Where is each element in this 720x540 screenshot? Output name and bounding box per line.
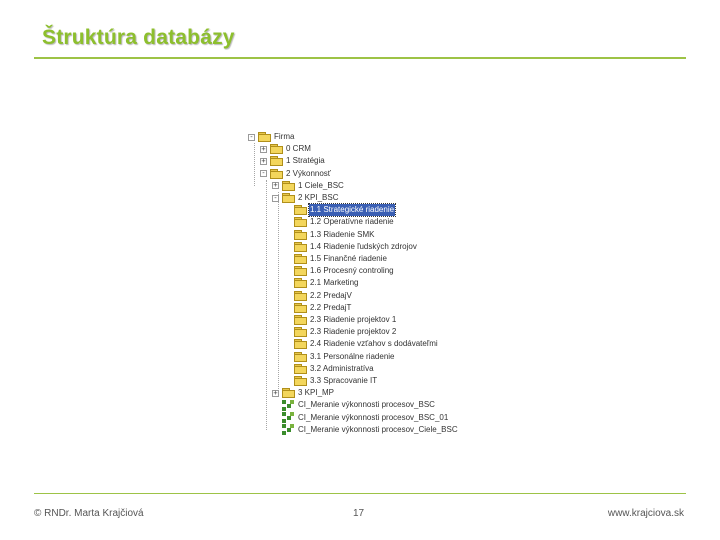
tree-item[interactable]: 2.4 Riadenie vzťahov s dodávateľmi: [284, 338, 439, 350]
tree-item-label: 3.2 Administratíva: [310, 363, 374, 373]
tree-item[interactable]: 3.2 Administratíva: [284, 363, 375, 375]
tree-item[interactable]: +1 Stratégia: [260, 155, 326, 167]
expand-toggle[interactable]: +: [260, 157, 267, 165]
footer-page-number: 17: [353, 508, 365, 519]
tree-item[interactable]: 2.2 PredajT: [284, 302, 352, 314]
footer-author: © RNDr. Marta Krajčiová: [34, 508, 144, 519]
tree-item-label: 1.3 Riadenie SMK: [310, 229, 375, 239]
expand-toggle[interactable]: +: [260, 145, 267, 153]
tree-item[interactable]: - 2 Výkonnosť: [260, 168, 332, 180]
collapse-toggle[interactable]: -: [272, 194, 279, 202]
tree-item-label: 3.3 Spracovanie IT: [310, 376, 378, 385]
folder-icon: [294, 351, 307, 362]
tree-item-label: 1 Ciele_BSC: [298, 180, 344, 190]
tree-item[interactable]: 1.6 Procesný controling: [284, 265, 395, 277]
report-icon: [282, 424, 295, 436]
tree-item[interactable]: - 2 KPI_BSC: [272, 192, 339, 204]
tree-item[interactable]: +1 Ciele_BSC: [272, 180, 345, 192]
tree-item-label: 2.1 Marketing: [310, 278, 359, 288]
tree-item-label: CI_Meranie výkonnosti procesov_BSC_01: [298, 412, 449, 422]
tree-item-label: 1.4 Riadenie ľudských zdrojov: [310, 241, 417, 251]
tree-item-label: 2.4 Riadenie vzťahov s dodávateľmi: [310, 339, 438, 349]
folder-icon: [294, 327, 307, 338]
collapse-toggle[interactable]: -: [260, 170, 267, 178]
tree-item-label: 2.3 Riadenie projektov 2: [310, 327, 397, 337]
folder-icon: [270, 144, 283, 155]
database-tree[interactable]: - Firma +0 CRM +1 Stratégia -2 Výkonnosť +1 C…: [248, 131, 488, 437]
slide-title: Štruktúra databázy: [42, 26, 235, 49]
footer-website: www.krajciova.sk: [607, 508, 684, 519]
tree-item-label: 1.6 Procesný controling: [310, 266, 394, 276]
tree-item[interactable]: 1.1 Strategické riadenie: [284, 203, 397, 218]
tree-item[interactable]: 1.3 Riadenie SMK: [284, 229, 375, 241]
tree-item[interactable]: 2.1 Marketing: [284, 277, 359, 289]
folder-icon: [294, 254, 307, 264]
tree-item[interactable]: 3.3 Spracovanie IT: [284, 375, 378, 387]
tree-guide-line: [266, 179, 267, 430]
folder-icon: [294, 217, 307, 228]
folder-icon: [282, 180, 295, 191]
folder-icon: [294, 241, 307, 252]
tree-item-label: 3 KPI_MP: [298, 388, 335, 398]
tree-guide-line: [278, 192, 279, 394]
folder-icon: [294, 229, 307, 240]
tree-item[interactable]: 2.2 PredajV: [284, 290, 353, 302]
tree-item-label: 2.3 Riadenie projektov 1: [310, 315, 397, 324]
tree-item-label: Firma: [274, 132, 295, 141]
collapse-toggle[interactable]: -: [248, 133, 255, 141]
tree-item[interactable]: 2.3 Riadenie projektov 2: [284, 326, 397, 338]
tree-item[interactable]: 1.5 Finančné riadenie: [284, 253, 388, 265]
folder-icon: [294, 376, 307, 386]
folder-icon: [294, 302, 307, 313]
title-divider: [34, 57, 686, 59]
folder-icon: [294, 205, 307, 216]
tree-item[interactable]: 3.1 Personálne riadenie: [284, 351, 396, 363]
footer-divider: [34, 493, 686, 494]
tree-item-label: 2 Výkonnosť: [286, 168, 331, 178]
tree-guide-line: [254, 143, 255, 186]
tree-item-label: 0 CRM: [286, 144, 311, 154]
tree-item-label: 1 Stratégia: [286, 156, 325, 166]
folder-icon: [294, 278, 307, 289]
tree-item-label: 1.2 Operatívne riadenie: [310, 217, 394, 227]
tree-item[interactable]: - Firma: [248, 131, 295, 143]
tree-item[interactable]: 2.3 Riadenie projektov 1: [284, 314, 397, 326]
folder-icon: [294, 266, 307, 277]
folder-icon: [294, 290, 307, 301]
folder-icon: [282, 388, 295, 399]
folder-icon: [270, 156, 283, 167]
expand-toggle[interactable]: +: [272, 389, 279, 397]
tree-item-label: CI_Meranie výkonnosti procesov_BSC: [298, 400, 435, 410]
tree-item-label: CI_Meranie výkonnosti procesov_Ciele_BSC: [298, 424, 458, 434]
tree-item-label: 2.2 PredajV: [310, 290, 352, 300]
folder-icon: [282, 193, 295, 203]
tree-item[interactable]: CI_Meranie výkonnosti procesov_BSC: [272, 399, 436, 411]
tree-item[interactable]: CI_Meranie výkonnosti procesov_BSC_01: [272, 412, 449, 424]
folder-icon: [258, 132, 271, 142]
report-icon: [282, 399, 295, 411]
tree-item[interactable]: +3 KPI_MP: [272, 387, 335, 399]
report-icon: [282, 412, 295, 424]
tree-item-label: 1.1 Strategické riadenie: [307, 203, 397, 218]
tree-item[interactable]: CI_Meranie výkonnosti procesov_Ciele_BSC: [272, 424, 459, 436]
folder-icon: [294, 339, 307, 350]
tree-item[interactable]: 1.4 Riadenie ľudských zdrojov: [284, 241, 418, 253]
folder-icon: [270, 168, 283, 179]
tree-item-label: 1.5 Finančné riadenie: [310, 254, 387, 263]
tree-item[interactable]: 1.2 Operatívne riadenie: [284, 216, 395, 228]
expand-toggle[interactable]: +: [272, 182, 279, 190]
tree-item-label: 3.1 Personálne riadenie: [310, 351, 395, 361]
tree-item-label: 2 KPI_BSC: [298, 193, 339, 202]
tree-item-label: 2.2 PredajT: [310, 302, 352, 312]
tree-item[interactable]: +0 CRM: [260, 143, 312, 155]
folder-icon: [294, 315, 307, 325]
folder-icon: [294, 363, 307, 374]
